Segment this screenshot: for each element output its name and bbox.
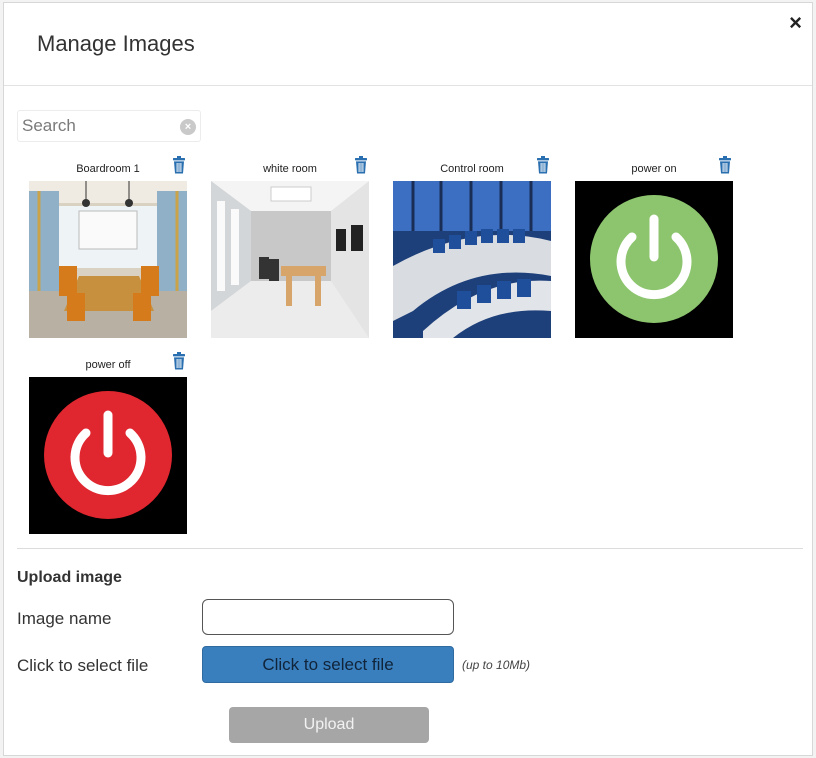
image-label: white room: [263, 163, 317, 175]
power-on-icon: [575, 181, 733, 338]
clear-search-icon[interactable]: ×: [180, 119, 196, 135]
dialog-title: Manage Images: [37, 31, 195, 56]
control-room-thumbnail: [393, 181, 551, 338]
image-label: power off: [85, 359, 131, 371]
image-name-label: Image name: [17, 609, 112, 628]
close-icon[interactable]: ×: [789, 12, 802, 34]
select-file-button[interactable]: Click to select file: [202, 646, 454, 683]
trash-icon[interactable]: [172, 352, 186, 370]
boardroom-thumbnail: [29, 181, 187, 338]
power-off-icon: [29, 377, 187, 534]
section-divider: [17, 548, 803, 549]
image-name-input[interactable]: [202, 599, 454, 635]
image-tile[interactable]: Boardroom 1: [29, 156, 187, 338]
trash-icon[interactable]: [354, 156, 368, 174]
image-tile[interactable]: Control room: [393, 156, 551, 338]
image-tile[interactable]: power off: [29, 352, 187, 534]
image-tile[interactable]: power on: [575, 156, 733, 338]
image-label: power on: [631, 163, 677, 175]
search-input[interactable]: [18, 111, 168, 141]
file-size-note: (up to 10Mb): [462, 658, 531, 672]
white-room-thumbnail: [211, 181, 369, 338]
dialog-header: Manage Images: [4, 3, 812, 86]
image-tile[interactable]: white room: [211, 156, 369, 338]
image-label: Boardroom 1: [76, 163, 140, 175]
trash-icon[interactable]: [536, 156, 550, 174]
image-label: Control room: [440, 163, 504, 175]
file-select-label: Click to select file: [17, 656, 149, 675]
manage-images-dialog: Manage Images × × Boardroom 1: [3, 2, 813, 756]
upload-section-title: Upload image: [17, 569, 122, 586]
upload-button[interactable]: Upload: [229, 707, 429, 743]
search-box: ×: [17, 110, 201, 142]
trash-icon[interactable]: [172, 156, 186, 174]
trash-icon[interactable]: [718, 156, 732, 174]
